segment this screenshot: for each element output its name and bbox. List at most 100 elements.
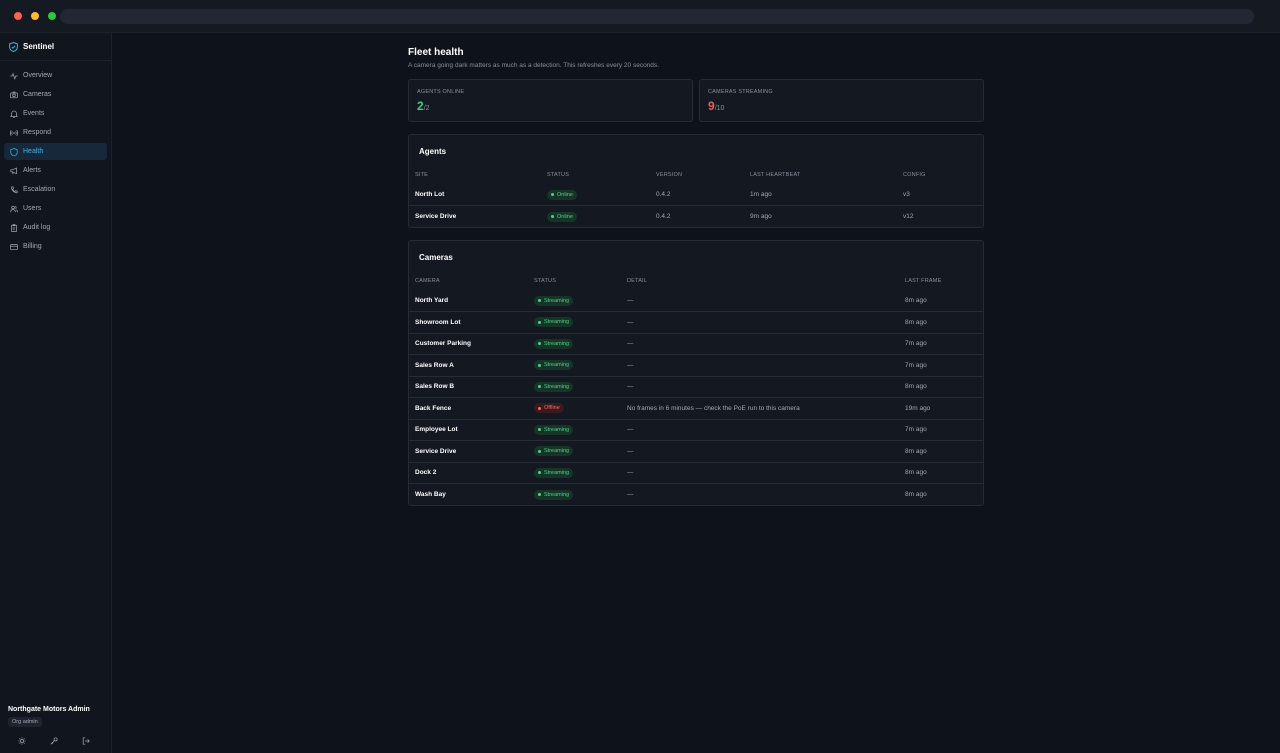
sidebar-item-health[interactable]: Health (4, 143, 107, 160)
logout-icon[interactable] (82, 737, 90, 745)
sidebar-item-label: Cameras (23, 91, 52, 98)
users-icon (10, 205, 18, 212)
bell-icon (10, 110, 18, 118)
column-header: LAST FRAME (905, 278, 942, 284)
broadcast-icon (10, 129, 18, 136)
table-cell: 8m ago (899, 440, 983, 462)
status-badge: Streaming (534, 489, 574, 500)
status-badge: Offline (534, 403, 564, 414)
sidebar-item-label: Billing (23, 243, 42, 250)
table-cell: 7m ago (899, 418, 983, 441)
window-titlebar (0, 0, 1280, 33)
minimize-window-button[interactable] (31, 12, 39, 20)
sidebar-item-overview[interactable]: Overview (4, 67, 107, 84)
table-row[interactable]: Sales Row A Streaming —7m ago (409, 354, 983, 376)
column-header: VERSION (656, 172, 683, 178)
app-name: Sentinel (23, 42, 55, 51)
agents-online-card: AGENTS ONLINE 2/2 (408, 79, 693, 122)
sidebar-item-audit-log[interactable]: Audit log (4, 219, 107, 236)
main-content: Fleet health A camera going dark matters… (112, 33, 1280, 753)
status-label: Streaming (544, 383, 570, 390)
status-cell: Streaming (528, 375, 621, 398)
status-dot-icon (538, 320, 541, 324)
table-row[interactable]: North Yard Streaming — 8m ago (409, 290, 983, 312)
page-subtitle: A camera going dark matters as much as a… (408, 62, 659, 69)
table-cell: — (621, 332, 899, 355)
cameras-streaming-count: 9 (708, 99, 715, 113)
table-row[interactable]: Employee Lot Streaming —7m ago (409, 418, 983, 441)
address-bar[interactable] (60, 9, 1254, 24)
status-cell: Online (541, 184, 650, 206)
sidebar-item-label: Overview (23, 72, 53, 79)
status-badge: Streaming (534, 381, 574, 392)
status-badge: Streaming (534, 317, 574, 328)
table-cell: 8m ago (899, 461, 983, 484)
status-label: Streaming (544, 448, 570, 455)
table-row[interactable]: Wash Bay Streaming —8m ago (409, 483, 983, 505)
table-row[interactable]: Sales Row B Streaming —8m ago (409, 375, 983, 398)
stat-label: CAMERAS STREAMING (708, 89, 773, 95)
status-cell: Streaming (528, 440, 621, 462)
status-dot-icon (538, 449, 541, 453)
status-cell: Online (541, 205, 650, 227)
status-dot-icon (538, 363, 541, 367)
table-row[interactable]: Dock 2 Streaming —8m ago (409, 461, 983, 484)
table-row[interactable]: Back Fence Offline No frames in 6 minutes … (409, 397, 983, 419)
table-cell: — (627, 297, 634, 304)
stat-label: AGENTS ONLINE (417, 89, 465, 95)
sidebar-item-label: Health (23, 148, 44, 155)
table-row[interactable]: Service Drive Online 0.4.2 9m ago v12 (409, 205, 983, 227)
status-badge: Streaming (534, 446, 574, 457)
sidebar-item-alerts[interactable]: Alerts (4, 162, 107, 179)
sidebar-item-cameras[interactable]: Cameras (4, 86, 107, 103)
camera-icon (10, 91, 18, 98)
status-cell: Streaming (528, 290, 621, 312)
status-badge: Online (547, 211, 577, 222)
table-cell: No frames in 6 minutes — check the PoE r… (621, 397, 899, 419)
table-cell: — (621, 418, 899, 441)
table-cell: Service Drive (409, 440, 528, 462)
status-cell: Streaming (528, 311, 621, 333)
status-cell: Streaming (528, 332, 621, 355)
role-badge: Org admin (8, 717, 42, 727)
status-badge: Streaming (534, 360, 574, 371)
table-cell: Sales Row A (409, 354, 528, 376)
table-row[interactable]: Showroom Lot Streaming —8m ago (409, 311, 983, 333)
table-cell: 0.4.2 (656, 191, 671, 198)
status-badge: Streaming (534, 467, 574, 478)
table-cell: Dock 2 (409, 461, 528, 484)
table-cell: Showroom Lot (409, 311, 528, 333)
sun-icon[interactable] (18, 737, 26, 745)
table-row[interactable]: Service Drive Streaming —8m ago (409, 440, 983, 462)
status-cell: Streaming (528, 483, 621, 505)
sidebar-item-billing[interactable]: Billing (4, 238, 107, 255)
key-icon[interactable] (50, 737, 58, 745)
table-cell: North Yard (415, 297, 449, 304)
sidebar-item-users[interactable]: Users (4, 200, 107, 217)
table-row[interactable]: North Lot Online 0.4.2 1m ago v3 (409, 184, 983, 206)
status-label: Streaming (544, 319, 570, 326)
status-label: Streaming (544, 340, 570, 347)
phone-icon (11, 185, 18, 193)
status-dot-icon (538, 493, 541, 496)
sidebar-item-respond[interactable]: Respond (4, 124, 107, 141)
maximize-window-button[interactable] (48, 12, 56, 20)
panel-title: Agents (419, 147, 447, 156)
table-cell: Sales Row B (409, 375, 528, 398)
close-window-button[interactable] (14, 12, 22, 20)
table-row[interactable]: Customer Parking Streaming —7m ago (409, 332, 983, 355)
status-badge: Online (547, 189, 577, 200)
table-cell: — (621, 311, 899, 333)
panel-title: Cameras (419, 253, 453, 262)
sidebar-item-label: Audit log (23, 224, 51, 231)
agents-online-count: 2 (417, 99, 424, 113)
sidebar-item-escalation[interactable]: Escalation (4, 181, 107, 198)
status-label: Online (557, 213, 573, 220)
table-cell: — (621, 375, 899, 398)
megaphone-icon (10, 166, 17, 174)
table-cell: Customer Parking (409, 332, 528, 355)
status-cell: Streaming (528, 354, 621, 376)
shield-logo-icon (9, 41, 18, 52)
table-cell: Service Drive (409, 205, 541, 227)
sidebar-item-events[interactable]: Events (4, 105, 107, 122)
